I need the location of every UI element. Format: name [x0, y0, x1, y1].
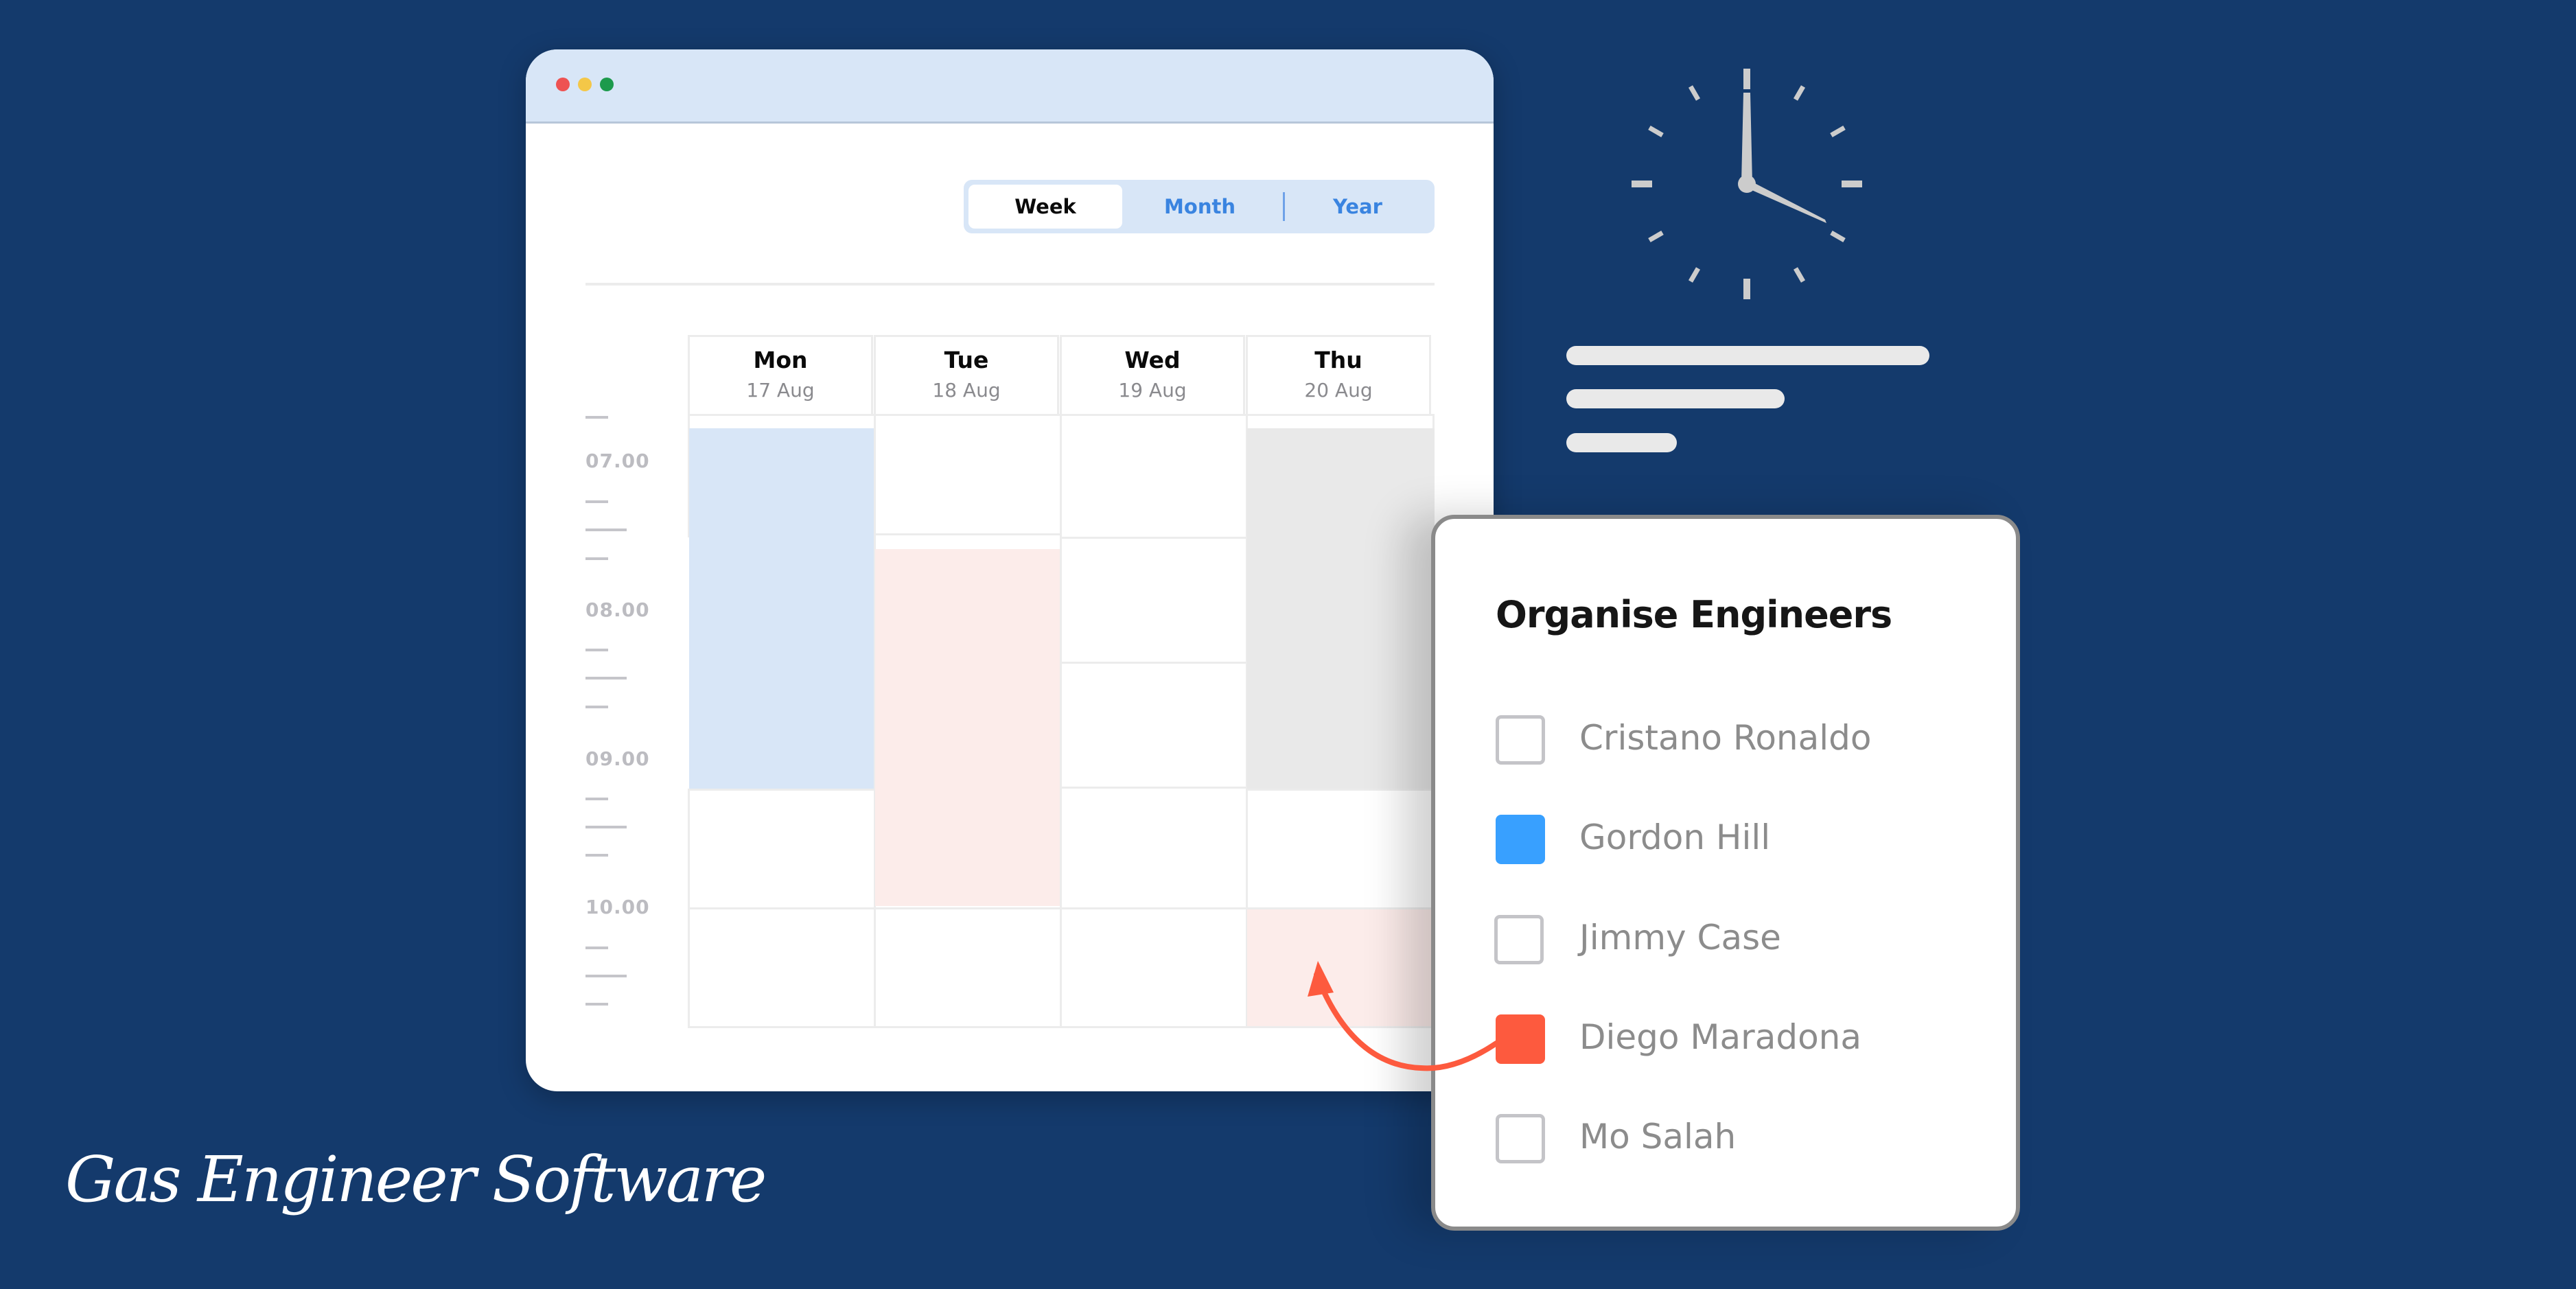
day-name: Tue: [944, 347, 989, 373]
clock-tick: [1793, 267, 1806, 283]
event-block-grey[interactable]: [1247, 428, 1435, 791]
day-date: 17 Aug: [746, 379, 815, 402]
event-block-blue[interactable]: [689, 428, 874, 791]
day-header-wed[interactable]: Wed 19 Aug: [1060, 335, 1245, 416]
engineer-row[interactable]: Gordon Hill: [1496, 815, 1976, 870]
placeholder-line: [1566, 346, 1929, 365]
time-tick: [585, 677, 627, 680]
engineer-name: Jimmy Case: [1579, 918, 1781, 957]
clock-tick: [1830, 230, 1846, 243]
engineer-checkbox[interactable]: [1496, 1114, 1545, 1163]
time-slot[interactable]: [688, 907, 876, 1028]
day-name: Wed: [1124, 347, 1181, 373]
engineer-name: Mo Salah: [1579, 1117, 1737, 1157]
engineer-checkbox[interactable]: [1496, 715, 1545, 765]
day-date: 20 Aug: [1304, 379, 1373, 402]
placeholder-line: [1566, 389, 1785, 408]
time-tick: [585, 649, 608, 651]
time-tick: [585, 529, 627, 531]
engineer-row[interactable]: Mo Salah: [1496, 1114, 1976, 1169]
engineer-checkbox[interactable]: [1496, 815, 1545, 864]
time-slot[interactable]: [1060, 907, 1248, 1028]
panel-title: Organise Engineers: [1496, 593, 1892, 636]
time-slot[interactable]: [1060, 414, 1248, 539]
clock-tick: [1793, 85, 1806, 101]
clock-minute-hand: [1741, 93, 1752, 183]
time-slot[interactable]: [1060, 662, 1248, 789]
day-header-mon[interactable]: Mon 17 Aug: [688, 335, 873, 416]
calendar-window: Week Month Year 07.00 08.00 09.00 10.00 …: [526, 49, 1494, 1091]
tab-week[interactable]: Week: [968, 185, 1122, 229]
toggle-separator: [1283, 192, 1285, 221]
tab-month[interactable]: Month: [1122, 185, 1277, 229]
time-tick: [585, 854, 608, 857]
close-window-button[interactable]: [556, 78, 570, 91]
time-label: 08.00: [585, 599, 650, 621]
drag-arrow-icon: [1308, 961, 1499, 1071]
time-tick: [585, 826, 627, 828]
engineer-row[interactable]: Diego Maradona: [1496, 1014, 1976, 1069]
tab-year[interactable]: Year: [1286, 185, 1430, 229]
event-block-pink[interactable]: [875, 549, 1060, 906]
time-tick: [585, 416, 608, 419]
time-tick: [585, 706, 608, 708]
maximize-window-button[interactable]: [600, 78, 614, 91]
view-toggle: Week Month Year: [964, 180, 1435, 233]
engineer-name: Diego Maradona: [1579, 1017, 1862, 1057]
brand-logo: Gas Engineer Software: [65, 1143, 767, 1216]
clock-tick: [1830, 125, 1846, 138]
week-grid: Mon 17 Aug Tue 18 Aug Wed 19 Aug Thu 20 …: [688, 335, 1435, 1035]
clock-icon: [1632, 69, 1862, 299]
clock-tick: [1648, 230, 1664, 243]
divider: [585, 283, 1435, 286]
time-slot[interactable]: [688, 789, 876, 909]
clock-hour-hand: [1745, 178, 1826, 223]
day-header-tue[interactable]: Tue 18 Aug: [874, 335, 1059, 416]
window-titlebar: [526, 49, 1494, 124]
time-label: 10.00: [585, 896, 650, 918]
clock-center: [1738, 175, 1756, 193]
engineer-row[interactable]: Jimmy Case: [1494, 915, 1975, 970]
day-name: Mon: [753, 347, 808, 373]
placeholder-line: [1566, 433, 1677, 452]
day-date: 18 Aug: [932, 379, 1001, 402]
time-slot[interactable]: [1246, 789, 1435, 909]
time-tick: [585, 1003, 608, 1006]
time-slot[interactable]: [874, 414, 1062, 535]
clock-tick: [1688, 267, 1701, 283]
day-header-thu[interactable]: Thu 20 Aug: [1246, 335, 1431, 416]
day-name: Thu: [1314, 347, 1362, 373]
time-slot[interactable]: [874, 907, 1062, 1028]
engineer-row[interactable]: Cristano Ronaldo: [1496, 715, 1976, 770]
time-tick: [585, 975, 627, 977]
minimize-window-button[interactable]: [578, 78, 592, 91]
engineer-name: Cristano Ronaldo: [1579, 718, 1872, 758]
organise-engineers-panel: Organise Engineers Cristano Ronaldo Gord…: [1431, 515, 2020, 1231]
time-tick: [585, 500, 608, 503]
day-date: 19 Aug: [1118, 379, 1187, 402]
time-label: 07.00: [585, 450, 650, 472]
time-tick: [585, 557, 608, 560]
time-label: 09.00: [585, 747, 650, 770]
time-slot[interactable]: [1060, 537, 1248, 664]
clock-tick: [1688, 85, 1701, 101]
engineer-name: Gordon Hill: [1579, 817, 1771, 857]
clock-tick: [1648, 125, 1664, 138]
time-tick: [585, 947, 608, 949]
time-tick: [585, 798, 608, 800]
time-slot[interactable]: [1060, 787, 1248, 909]
